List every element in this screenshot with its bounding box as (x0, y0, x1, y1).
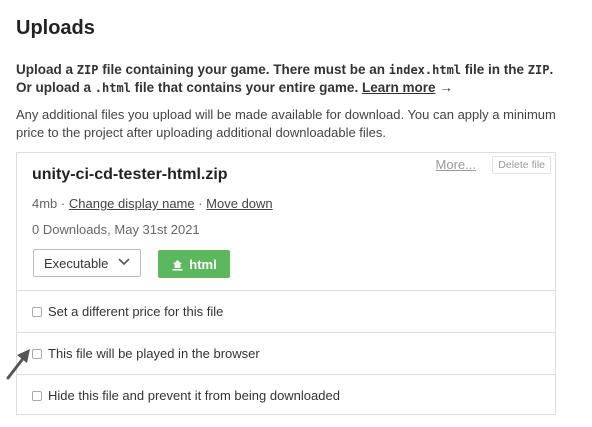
separator: · (57, 196, 69, 211)
html-platform-button[interactable]: html (158, 250, 230, 278)
file-type-select[interactable]: Executable (33, 249, 141, 277)
checkbox[interactable] (32, 390, 42, 401)
intro-text: Or upload a (16, 80, 95, 95)
option-different-price[interactable]: Set a different price for this file (17, 290, 555, 332)
checkbox[interactable] (32, 306, 42, 317)
chevron-down-icon (118, 258, 130, 266)
intro-text: . (549, 62, 554, 77)
option-play-in-browser[interactable]: This file will be played in the browser (17, 332, 555, 374)
html-platform-label: html (189, 256, 217, 272)
option-hide-file[interactable]: Hide this file and prevent it from being… (17, 374, 555, 416)
option-label: Hide this file and prevent it from being… (48, 388, 340, 403)
file-type-value: Executable (44, 255, 109, 271)
download-stats: 0 Downloads, May 31st 2021 (32, 222, 200, 237)
option-label: This file will be played in the browser (48, 346, 260, 361)
move-down-link[interactable]: Move down (206, 196, 272, 211)
file-name: unity-ci-cd-tester-html.zip (32, 166, 228, 183)
change-display-name-link[interactable]: Change display name (69, 196, 195, 211)
arrow-right-icon: → (435, 80, 453, 95)
delete-file-button[interactable]: Delete file (492, 156, 551, 174)
annotation-arrow-icon (6, 349, 30, 380)
separator: · (194, 196, 207, 211)
uploaded-file-card: More... Delete file unity-ci-cd-tester-h… (16, 152, 556, 415)
intro-text: file in the (461, 62, 528, 77)
file-size: 4mb (32, 196, 58, 211)
option-label: Set a different price for this file (48, 304, 224, 319)
intro-code: index.html (388, 63, 462, 77)
page-title: Uploads (16, 17, 95, 39)
html5-icon (172, 259, 183, 270)
additional-files-note: Any additional files you upload will be … (16, 107, 556, 140)
intro-text: file that contains your entire game. (130, 80, 362, 95)
intro-text: Upload a (16, 62, 77, 77)
intro-code: ZIP (527, 63, 550, 77)
more-link[interactable]: More... (436, 157, 476, 172)
intro-text: file containing your game. There must be… (98, 62, 389, 77)
learn-more-link[interactable]: Learn more (362, 80, 436, 95)
intro-code: ZIP (76, 63, 99, 77)
file-meta: 4mb · Change display name · Move down (32, 196, 273, 211)
intro-code: .html (94, 81, 131, 95)
upload-instructions: Upload a ZIP file containing your game. … (16, 61, 576, 97)
